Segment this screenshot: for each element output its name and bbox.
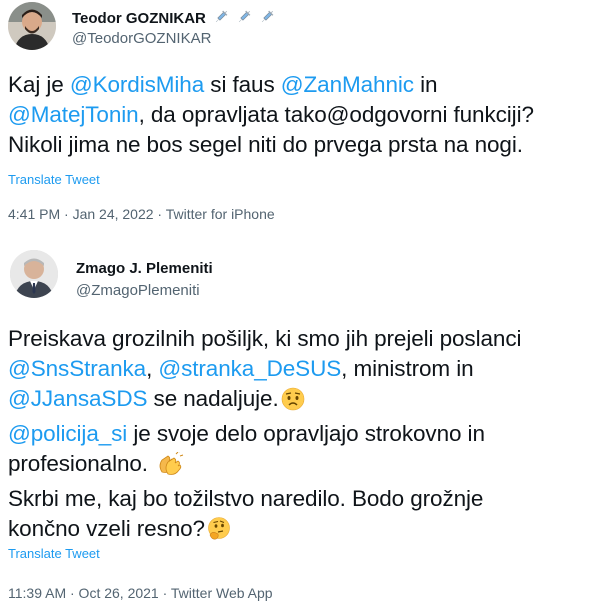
worried-face-emoji bbox=[281, 387, 305, 419]
tweet-text-line: profesionalno. bbox=[8, 449, 604, 484]
clapping-hands-emoji bbox=[156, 450, 184, 484]
tweet-text-line: @SnsStranka, @stranka_DeSUS, ministrom i… bbox=[8, 354, 604, 384]
mention-link[interactable]: @ZanMahnic bbox=[281, 72, 414, 97]
text-segment: , da opravljata tako@odgovorni funkciji? bbox=[138, 102, 534, 127]
text-segment: Nikoli jima ne bos segel niti do prvega … bbox=[8, 132, 523, 157]
tweet-text-line: Preiskava grozilnih pošiljk, ki smo jih … bbox=[8, 324, 604, 354]
author-handle[interactable]: @ZmagoPlemeniti bbox=[76, 282, 200, 299]
text-segment: je svoje delo opravljajo strokovno in bbox=[127, 421, 485, 446]
author-name-row[interactable]: Teodor GOZNIKAR bbox=[72, 9, 275, 29]
tweet-timestamp[interactable]: 4:41 PM · Jan 24, 2022 · Twitter for iPh… bbox=[8, 206, 275, 222]
avatar[interactable] bbox=[10, 250, 58, 298]
author-handle[interactable]: @TeodorGOZNIKAR bbox=[72, 30, 211, 47]
author-name[interactable]: Zmago J. Plemeniti bbox=[76, 260, 213, 277]
mention-link[interactable]: @MatejTonin bbox=[8, 102, 139, 127]
tweet-text-line: @JJansaSDS se nadaljuje. bbox=[8, 384, 604, 419]
text-segment: končno vzeli resno? bbox=[8, 516, 205, 541]
text-segment: profesionalno. bbox=[8, 451, 155, 476]
avatar[interactable] bbox=[8, 2, 56, 50]
thinking-face-emoji bbox=[207, 517, 231, 549]
syringe-icon bbox=[213, 9, 229, 29]
tweet-timestamp[interactable]: 11:39 AM · Oct 26, 2021 · Twitter Web Ap… bbox=[8, 585, 273, 601]
text-segment: , bbox=[146, 356, 159, 381]
tweet-text-line: Skrbi me, kaj bo tožilstvo naredilo. Bod… bbox=[8, 484, 604, 514]
syringe-icon bbox=[236, 9, 252, 29]
mention-link[interactable]: @policija_si bbox=[8, 421, 127, 446]
tweet-text-line: @policija_si je svoje delo opravljajo st… bbox=[8, 419, 604, 449]
text-segment: Skrbi me, kaj bo tožilstvo naredilo. Bod… bbox=[8, 486, 484, 511]
author-name[interactable]: Teodor GOZNIKAR bbox=[72, 10, 206, 27]
tweet-text-line: končno vzeli resno? bbox=[8, 514, 604, 549]
tweet[interactable]: Teodor GOZNIKAR @TeodorGOZNIKAR Kaj je @… bbox=[0, 0, 610, 232]
tweet-text-line: Kaj je @KordisMiha si faus @ZanMahnic in bbox=[8, 70, 604, 100]
syringe-icon bbox=[259, 9, 275, 29]
text-segment: , ministrom in bbox=[341, 356, 474, 381]
text-segment: se nadaljuje. bbox=[147, 386, 279, 411]
tweet-text: Kaj je @KordisMiha si faus @ZanMahnic in… bbox=[8, 70, 604, 160]
text-segment: si faus bbox=[204, 72, 281, 97]
text-segment: Preiskava grozilnih pošiljk, ki smo jih … bbox=[8, 326, 522, 351]
tweet-text-line: Nikoli jima ne bos segel niti do prvega … bbox=[8, 130, 604, 160]
mention-link[interactable]: @JJansaSDS bbox=[8, 386, 148, 411]
tweet-text-line: @MatejTonin, da opravljata tako@odgovorn… bbox=[8, 100, 604, 130]
mention-link[interactable]: @KordisMiha bbox=[70, 72, 204, 97]
text-segment: Kaj je bbox=[8, 72, 70, 97]
author-name-row[interactable]: Zmago J. Plemeniti bbox=[76, 260, 213, 277]
mention-link[interactable]: @stranka_DeSUS bbox=[158, 356, 341, 381]
tweet[interactable]: Zmago J. Plemeniti @ZmagoPlemeniti Preis… bbox=[0, 244, 610, 605]
tweet-text: Preiskava grozilnih pošiljk, ki smo jih … bbox=[8, 324, 604, 549]
text-segment: in bbox=[413, 72, 438, 97]
translate-tweet-link[interactable]: Translate Tweet bbox=[8, 172, 100, 187]
mention-link[interactable]: @SnsStranka bbox=[8, 356, 146, 381]
translate-tweet-link[interactable]: Translate Tweet bbox=[8, 546, 100, 561]
